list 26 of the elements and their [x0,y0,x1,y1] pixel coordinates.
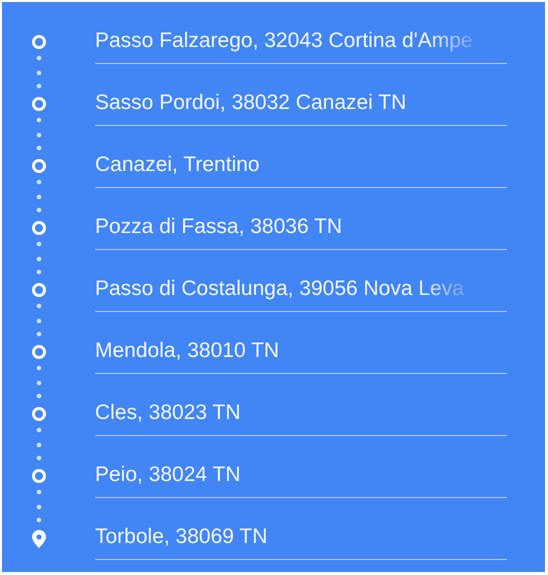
dotted-line [36,504,42,522]
stop-address[interactable]: Passo Falzarego, 32043 Cortina d'Ampe [95,28,473,52]
stop-address[interactable]: Cles, 38023 TN [95,400,241,424]
stop-address[interactable]: Passo di Costalunga, 39056 Nova Leva [95,276,464,300]
dotted-line [36,194,42,212]
stop-address[interactable]: Sasso Pordoi, 38032 Canazei TN [95,90,406,114]
stop-address[interactable]: Pozza di Fassa, 38036 TN [95,214,342,238]
ring-icon [32,407,46,421]
ring-icon [32,35,46,49]
ring-icon [32,221,46,235]
stop-address[interactable]: Mendola, 38010 TN [95,338,280,362]
stop-address[interactable]: Canazei, Trentino [95,152,260,176]
ring-icon [32,97,46,111]
ring-icon [32,469,46,483]
dotted-line [36,70,42,88]
ring-icon [32,345,46,359]
dotted-line [36,132,42,150]
ring-icon [32,159,46,173]
dotted-line [36,318,42,336]
stop-address[interactable]: Peio, 38024 TN [95,462,241,486]
dotted-line [36,256,42,274]
dotted-line [36,380,42,398]
stop-address[interactable]: Torbole, 38069 TN [95,524,268,548]
map-pin-icon [32,530,46,548]
dotted-line [36,442,42,460]
ring-icon [32,283,46,297]
